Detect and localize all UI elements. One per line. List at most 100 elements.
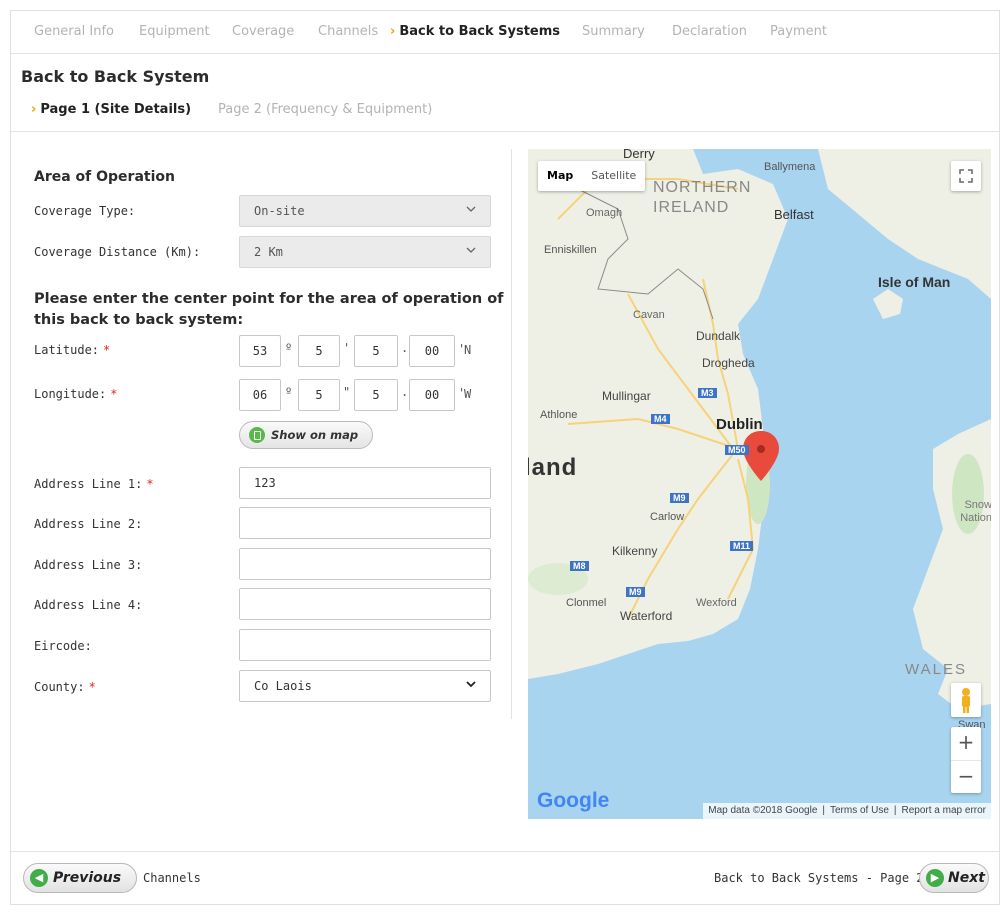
map-label-wexford: Wexford xyxy=(696,597,737,609)
map-icon xyxy=(249,427,265,443)
longitude-decimal-input[interactable]: 00 xyxy=(409,379,455,411)
step-declaration[interactable]: Declaration xyxy=(672,24,747,39)
previous-step-name: Channels xyxy=(143,871,201,885)
label-text: Address Line 1: xyxy=(34,477,143,491)
map-label-ireland-ni: IRELAND xyxy=(653,199,730,216)
longitude-minutes-input[interactable]: 5 xyxy=(298,379,340,411)
latitude-minutes-input[interactable]: 5 xyxy=(298,335,340,367)
map-attribution: Map data ©2018 Google | Terms of Use | Repor… xyxy=(703,803,991,819)
step-coverage[interactable]: Coverage xyxy=(232,24,294,39)
step-channels[interactable]: Channels xyxy=(318,24,378,39)
step-general-info[interactable]: General Info xyxy=(34,24,114,39)
map-label-northern: NORTHERN xyxy=(653,179,752,196)
required-mark: * xyxy=(110,387,118,401)
google-wordmark: Google xyxy=(537,789,610,812)
map-type-map-button[interactable]: Map xyxy=(538,161,582,191)
chevron-down-icon xyxy=(466,247,476,253)
county-label: County: * xyxy=(34,680,96,694)
road-shield-m9: M9 xyxy=(670,493,689,503)
required-mark: * xyxy=(146,477,154,491)
page-title: Back to Back System xyxy=(21,67,210,86)
previous-button[interactable]: ◀ Previous xyxy=(23,863,137,893)
center-point-heading: Please enter the center point for the ar… xyxy=(34,291,504,328)
zoom-out-button[interactable]: − xyxy=(951,761,981,794)
map-canvas[interactable] xyxy=(528,149,991,819)
map-label-ireland: land xyxy=(528,454,578,481)
map-label-enniskillen: Enniskillen xyxy=(544,244,597,256)
select-value: On-site xyxy=(254,204,305,218)
address-line-1-label: Address Line 1: * xyxy=(34,477,154,491)
address-line-3-input[interactable] xyxy=(239,548,491,580)
coverage-distance-select[interactable]: 2 Km xyxy=(239,236,491,268)
degree-symbol: º xyxy=(285,385,293,399)
map-label-athlone: Athlone xyxy=(540,409,578,421)
input-value: 123 xyxy=(254,476,276,490)
subtabs: › Page 1 (Site Details) Page 2 (Frequency… xyxy=(11,98,999,132)
latitude-decimal-input[interactable]: 00 xyxy=(409,335,455,367)
coverage-distance-label: Coverage Distance (Km): xyxy=(34,245,201,259)
required-mark: * xyxy=(88,680,96,694)
address-line-2-input[interactable] xyxy=(239,507,491,539)
required-mark: * xyxy=(103,343,111,357)
latitude-direction: N xyxy=(464,343,472,357)
map-label-wales: WALES xyxy=(905,661,967,678)
next-step-name: Back to Back Systems - Page 2 xyxy=(714,871,924,885)
map-type-control: Map Satellite xyxy=(538,161,646,191)
map-label-snowdonia: Snow Nation xyxy=(960,499,991,524)
step-back-to-back-systems[interactable]: › Back to Back Systems xyxy=(390,24,560,39)
map-label-clonmel: Clonmel xyxy=(566,597,607,609)
tab-label: Page 1 (Site Details) xyxy=(40,102,192,117)
chevron-down-icon xyxy=(466,681,476,688)
zoom-in-button[interactable]: + xyxy=(951,727,981,761)
button-label: Next xyxy=(948,870,985,886)
tab-page-1[interactable]: › Page 1 (Site Details) xyxy=(31,102,191,117)
road-shield-m9: M9 xyxy=(626,587,645,597)
longitude-seconds-input[interactable]: 5 xyxy=(354,379,398,411)
step-equipment[interactable]: Equipment xyxy=(139,24,210,39)
tab-page-2[interactable]: Page 2 (Frequency & Equipment) xyxy=(218,102,432,117)
report-map-error-link[interactable]: Report a map error xyxy=(897,805,991,816)
fullscreen-button[interactable] xyxy=(951,161,981,191)
fullscreen-icon xyxy=(959,169,973,183)
map-label-mullingar: Mullingar xyxy=(602,389,651,403)
map-label-dublin: Dublin xyxy=(716,416,763,433)
map-type-satellite-button[interactable]: Satellite xyxy=(582,161,645,191)
pin-dot xyxy=(757,445,765,453)
longitude-degrees-input[interactable]: 06 xyxy=(239,379,281,411)
map-label-kilkenny: Kilkenny xyxy=(612,544,658,558)
zoom-control: + − xyxy=(951,727,981,793)
eircode-input[interactable] xyxy=(239,629,491,661)
county-select[interactable]: Co Laois xyxy=(239,670,491,702)
eircode-label: Eircode: xyxy=(34,639,92,653)
address-line-1-input[interactable]: 123 xyxy=(239,467,491,499)
decimal-point: . xyxy=(401,341,409,355)
map-label-isle-of-man: Isle of Man xyxy=(878,274,951,290)
show-on-map-button[interactable]: Show on map xyxy=(239,421,373,449)
map-panel[interactable]: Derry Ballymena NORTHERN IRELAND Omagh B… xyxy=(528,149,991,819)
street-view-pegman[interactable] xyxy=(951,683,981,717)
wizard-footer: ◀ Previous Channels Back to Back Systems… xyxy=(11,851,999,905)
map-label-belfast: Belfast xyxy=(774,207,814,222)
longitude-direction: W xyxy=(464,387,472,401)
arrow-right-icon: ▶ xyxy=(926,869,944,887)
step-payment[interactable]: Payment xyxy=(770,24,827,39)
wizard-steps: General Info Equipment Coverage Channels… xyxy=(11,11,999,54)
latitude-degrees-input[interactable]: 53 xyxy=(239,335,281,367)
terms-of-use-link[interactable]: Terms of Use xyxy=(825,805,894,816)
address-line-4-input[interactable] xyxy=(239,588,491,620)
map-label-derry: Derry xyxy=(623,149,655,161)
road-shield-m3: M3 xyxy=(698,388,717,398)
address-line-3-label: Address Line 3: xyxy=(34,558,143,572)
next-button[interactable]: ▶ Next xyxy=(919,863,989,893)
coverage-type-select[interactable]: On-site xyxy=(239,195,491,227)
google-logo: Google xyxy=(537,789,609,813)
latitude-seconds-input[interactable]: 5 xyxy=(354,335,398,367)
minute-symbol: ' xyxy=(343,341,351,355)
road-shield-m8: M8 xyxy=(570,561,589,571)
application-frame: General Info Equipment Coverage Channels… xyxy=(10,10,1000,905)
step-summary[interactable]: Summary xyxy=(582,24,645,39)
site-details-form: Area of Operation Coverage Type: On-site… xyxy=(11,149,512,719)
road-shield-m11: M11 xyxy=(730,541,754,551)
label-text: Latitude: xyxy=(34,343,100,357)
map-label-ballymena: Ballymena xyxy=(764,161,816,173)
